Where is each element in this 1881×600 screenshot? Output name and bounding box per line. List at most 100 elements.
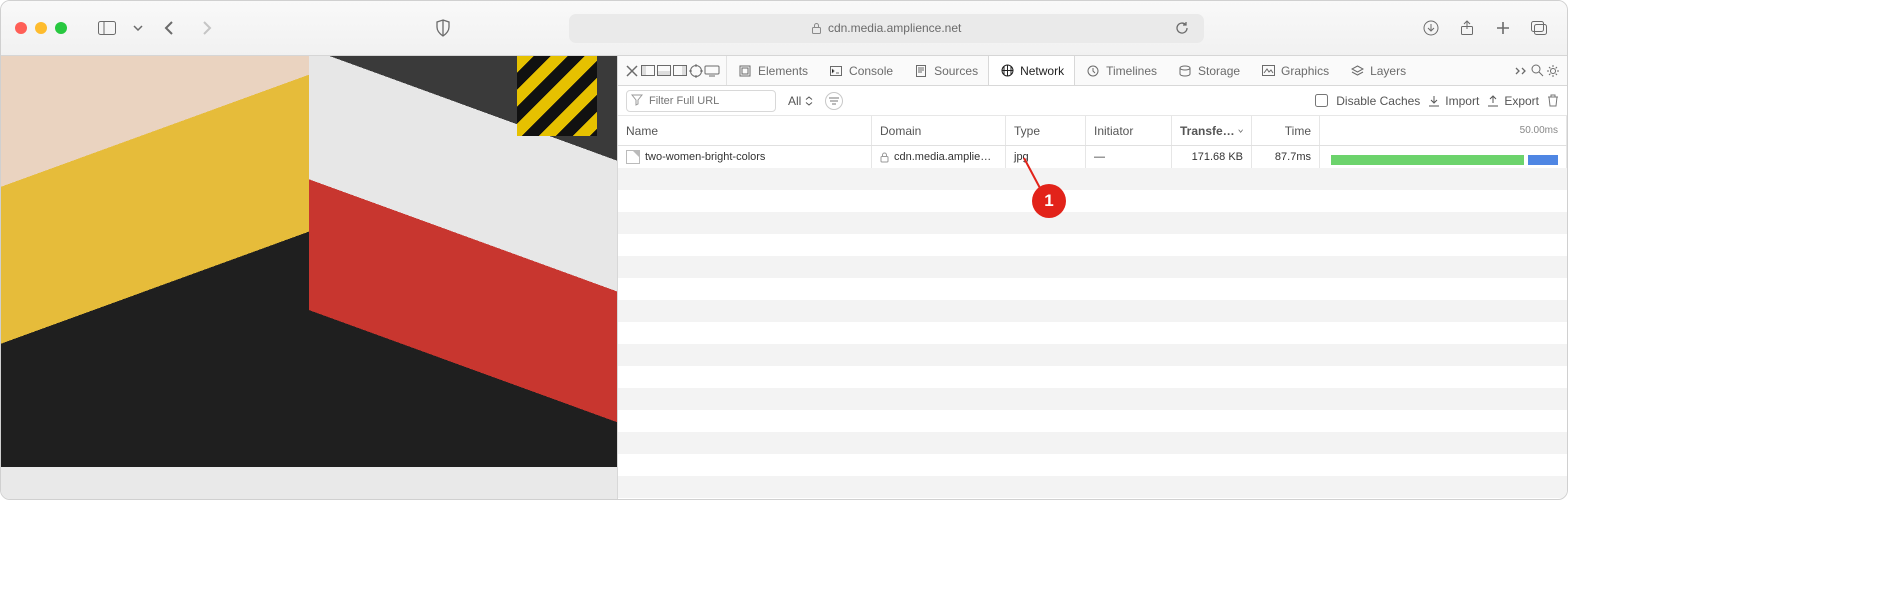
console-icon	[828, 63, 844, 79]
network-filter-bar: All Disable Caches Import Export	[618, 86, 1567, 116]
content-area: Elements Console Sources Network Timelin…	[1, 56, 1567, 499]
devtools-dock-controls	[618, 56, 727, 85]
settings-icon[interactable]	[1545, 63, 1561, 79]
elements-icon	[737, 63, 753, 79]
row-name: two-women-bright-colors	[645, 151, 765, 163]
zoom-window-button[interactable]	[55, 22, 67, 34]
cell-waterfall	[1320, 146, 1567, 168]
filter-scope-select[interactable]: All	[784, 94, 817, 108]
col-initiator[interactable]: Initiator	[1086, 116, 1172, 145]
dock-bottom-icon[interactable]	[656, 63, 672, 79]
tab-timelines-label: Timelines	[1106, 64, 1157, 78]
forward-button[interactable]	[193, 14, 221, 42]
new-tab-button[interactable]	[1489, 14, 1517, 42]
tab-timelines[interactable]: Timelines	[1075, 56, 1167, 85]
tab-overview-button[interactable]	[1525, 14, 1553, 42]
sources-icon	[913, 63, 929, 79]
import-button[interactable]: Import	[1428, 94, 1479, 108]
col-type[interactable]: Type	[1006, 116, 1086, 145]
tab-sources-label: Sources	[934, 64, 978, 78]
network-table-header: Name Domain Type Initiator Transfe… Time…	[618, 116, 1567, 146]
cell-transfer: 171.68 KB	[1172, 146, 1252, 168]
sidebar-dropdown-button[interactable]	[131, 14, 145, 42]
tab-storage-label: Storage	[1198, 64, 1240, 78]
storage-icon	[1177, 63, 1193, 79]
dock-left-icon[interactable]	[640, 63, 656, 79]
col-time[interactable]: Time	[1252, 116, 1320, 145]
col-waterfall[interactable]: 50.00ms	[1320, 116, 1567, 145]
network-table: Name Domain Type Initiator Transfe… Time…	[618, 116, 1567, 499]
col-domain[interactable]: Domain	[872, 116, 1006, 145]
layers-icon	[1349, 63, 1365, 79]
device-icon[interactable]	[704, 63, 720, 79]
tab-elements[interactable]: Elements	[727, 56, 818, 85]
row-domain: cdn.media.amplie…	[894, 151, 991, 163]
downloads-button[interactable]	[1417, 14, 1445, 42]
tab-elements-label: Elements	[758, 64, 808, 78]
filter-options-button[interactable]	[825, 92, 843, 110]
tab-graphics[interactable]: Graphics	[1250, 56, 1339, 85]
filter-input[interactable]	[626, 90, 776, 112]
row-time: 87.7ms	[1275, 151, 1311, 163]
reload-button[interactable]	[1168, 14, 1196, 42]
disable-caches-input[interactable]	[1315, 94, 1328, 107]
tab-network[interactable]: Network	[988, 56, 1075, 85]
export-label: Export	[1504, 94, 1539, 108]
clear-button[interactable]	[1547, 94, 1559, 107]
tab-console-label: Console	[849, 64, 893, 78]
tab-network-label: Network	[1020, 64, 1064, 78]
url-text: cdn.media.amplience.net	[828, 21, 961, 35]
address-bar[interactable]: cdn.media.amplience.net	[569, 14, 1204, 43]
tab-layers[interactable]: Layers	[1339, 56, 1416, 85]
network-table-body[interactable]: two-women-bright-colors cdn.media.amplie…	[618, 146, 1567, 499]
window-controls	[15, 22, 67, 34]
devtools-right-controls	[1507, 56, 1567, 85]
cell-time: 87.7ms	[1252, 146, 1320, 168]
tab-console[interactable]: Console	[818, 56, 903, 85]
lock-icon	[811, 22, 822, 35]
row-initiator: —	[1094, 151, 1105, 163]
hazard-stripes-decor	[517, 56, 597, 136]
file-icon	[626, 150, 640, 164]
page-viewport	[1, 56, 617, 499]
search-icon[interactable]	[1529, 63, 1545, 79]
col-transfer[interactable]: Transfe…	[1172, 116, 1252, 145]
cell-name: two-women-bright-colors	[618, 146, 872, 168]
filter-scope-label: All	[788, 94, 801, 108]
filter-input-wrap	[626, 90, 776, 112]
timelines-icon	[1085, 63, 1101, 79]
network-icon	[999, 63, 1015, 79]
tab-graphics-label: Graphics	[1281, 64, 1329, 78]
toolbar-right	[1417, 14, 1553, 42]
disable-caches-label: Disable Caches	[1336, 94, 1420, 108]
tab-storage[interactable]: Storage	[1167, 56, 1250, 85]
page-image	[1, 56, 617, 467]
cell-initiator: —	[1086, 146, 1172, 168]
devtools-tabs: Elements Console Sources Network Timelin…	[618, 56, 1567, 86]
lock-icon	[880, 152, 890, 162]
row-transfer: 171.68 KB	[1192, 151, 1243, 163]
dock-right-icon[interactable]	[672, 63, 688, 79]
col-name[interactable]: Name	[618, 116, 872, 145]
waterfall-bar	[1328, 155, 1558, 165]
cell-domain: cdn.media.amplie…	[872, 146, 1006, 168]
table-row[interactable]: two-women-bright-colors cdn.media.amplie…	[618, 146, 1567, 168]
more-tabs-icon[interactable]	[1513, 63, 1529, 79]
export-button[interactable]: Export	[1487, 94, 1539, 108]
disable-caches-checkbox[interactable]: Disable Caches	[1311, 91, 1420, 110]
devtools-panel: Elements Console Sources Network Timelin…	[617, 56, 1567, 499]
minimize-window-button[interactable]	[35, 22, 47, 34]
privacy-shield-button[interactable]	[429, 14, 457, 42]
inspect-element-icon[interactable]	[688, 63, 704, 79]
back-button[interactable]	[155, 14, 183, 42]
graphics-icon	[1260, 63, 1276, 79]
annotation-marker: 1	[1032, 184, 1066, 218]
annotation-label: 1	[1044, 191, 1053, 211]
tab-sources[interactable]: Sources	[903, 56, 988, 85]
sidebar-toggle-button[interactable]	[93, 14, 121, 42]
close-window-button[interactable]	[15, 22, 27, 34]
share-button[interactable]	[1453, 14, 1481, 42]
cell-type: jpg	[1006, 146, 1086, 168]
filter-icon	[631, 94, 643, 106]
close-devtools-button[interactable]	[624, 63, 640, 79]
